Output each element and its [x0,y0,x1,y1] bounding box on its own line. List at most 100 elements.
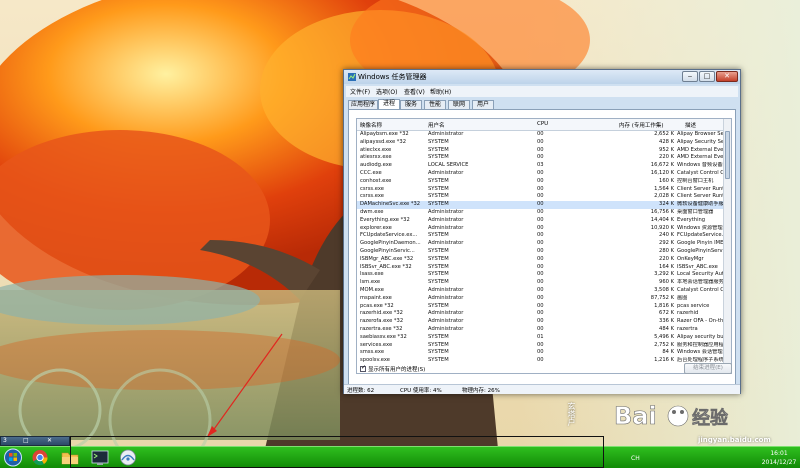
table-row[interactable]: spoolsv.exeSYSTEM001,216 K后台处理程序子系统应用 [357,357,723,365]
table-row[interactable]: ISBSvr_ABC.exe *32 SYSTEM 00 164 K ISBSvr_AB… [357,264,723,272]
column-image-name[interactable]: 映像名称 [360,121,382,129]
process-cpu-cell: 00 [537,224,544,231]
table-row[interactable]: pcas.exe *32 SYSTEM 00 1,816 Kpcas service [357,303,723,311]
table-row[interactable]: atiesrxx.exe SYSTEM 00 220 K AMD External Ev… [357,154,723,162]
table-row[interactable]: lsass.exe SYSTEM 00 3,292 K Local Security A… [357,271,723,279]
menu-view[interactable]: 查看(V) [404,87,425,96]
process-cpu-cell: 00 [537,185,544,192]
end-process-button[interactable]: 结束进程(E) [684,363,732,374]
minimized-window-bar[interactable]: 3 □ ✕ [0,436,70,446]
process-user-cell: SYSTEM [428,201,449,208]
process-memory-cell: 280 K [659,248,674,254]
table-row[interactable]: razerofa.exe *32 Administrator 00 336 K Raze… [357,318,723,326]
process-user-cell: Administrator [428,318,464,325]
process-name-cell: lsm.exe [360,279,381,286]
tab-services[interactable]: 服务 [400,100,422,109]
process-name-cell: ISBSvr_ABC.exe *32 [360,263,412,270]
table-row[interactable]: smss.exe SYSTEM 00 84 K Windows 会话管理器 [357,349,723,357]
menu-help[interactable]: 帮助(H) [430,87,451,96]
watermark-url: jingyan.baidu.com [698,436,771,444]
clock-date[interactable]: 2014/12/27 [760,459,798,466]
table-row[interactable]: atieclxx.exe SYSTEM 00 952 K AMD External Ev… [357,147,723,155]
table-row[interactable]: services.exe SYSTEM 00 2,752 K服务和控制器应用程序 [357,342,723,350]
scrollbar-thumb[interactable] [725,131,730,179]
mini-restore-icon[interactable]: □ [23,437,29,444]
process-memory-cell: 220 K [659,154,674,161]
close-button[interactable]: ✕ [716,71,738,82]
mini-close-icon[interactable]: ✕ [47,437,52,444]
process-name-cell: MOM.exe [360,287,384,293]
minimize-button[interactable]: ‒ [682,71,698,82]
process-memory-cell: 160 K [659,177,674,184]
start-button[interactable] [1,448,25,467]
process-user-cell: SYSTEM [428,138,449,145]
tab-performance[interactable]: 性能 [424,100,446,109]
start-orb-icon [4,448,22,467]
tab-processes[interactable]: 进程 [378,99,400,109]
taskbar-chrome[interactable] [28,448,52,467]
table-row[interactable]: CCC.exe Administrator 00 16,120 K Catalyst C… [357,170,723,178]
table-row[interactable]: dwm.exe Administrator 00 16,756 K 桌面窗口管理器 [357,209,723,217]
show-all-users-checkbox[interactable]: ✓ [360,364,366,372]
menu-options[interactable]: 选项(O) [376,87,397,96]
table-row[interactable]: FCUpdateService.ex... SYSTEM 00 240 K FCUpda… [357,232,723,240]
process-cpu-cell: 00 [537,326,544,332]
process-description-cell: Catalyst Control Cent [677,287,723,293]
process-memory-cell: 2,652 K [654,131,674,137]
svg-text:经验: 经验 [692,407,729,429]
column-user-name[interactable]: 用户名 [428,121,445,129]
process-description-cell: 画图 [677,294,688,301]
process-user-cell: SYSTEM [428,232,449,239]
tab-applications[interactable]: 应用程序 [348,100,378,109]
process-memory-cell: 2,752 K [654,341,674,348]
table-row[interactable]: ISBMgr_ABC.exe *32 SYSTEM 00 220 K OnKeyMgr [357,256,723,264]
desktop: Windows 任务管理器 ‒ □ ✕ 文件(F) 选项(O) 查看(V) 帮助… [0,0,800,468]
vertical-scrollbar[interactable] [723,119,731,373]
table-row[interactable]: razertra.exe *32 Administrator 00 484 Kraze… [357,326,723,334]
process-memory-cell: 3,508 K [654,287,674,293]
column-cpu[interactable]: CPU [537,121,548,127]
maximize-button[interactable]: □ [699,71,715,82]
table-row[interactable]: razerhid.exe *32 Administrator 00 672 Kraze… [357,310,723,318]
table-row[interactable]: csrss.exe SYSTEM 00 1,564 K Client Server Ru… [357,186,723,194]
menu-bar: 文件(F) 选项(O) 查看(V) 帮助(H) [346,86,738,97]
tab-users[interactable]: 用户 [472,100,494,109]
process-name-cell: razerofa.exe *32 [360,318,404,325]
table-row[interactable]: csrss.exe SYSTEM 00 2,028 K Client Server Ru… [357,193,723,201]
process-memory-cell: 5,496 K [654,333,674,340]
table-row[interactable]: audiodg.exe LOCAL SERVICE 03 16,672 K Window… [357,162,723,170]
process-user-cell: Administrator [428,326,464,332]
process-cpu-cell: 00 [537,131,544,137]
table-row[interactable]: conhost.exe SYSTEM 00 160 K 控制台窗口主机 [357,178,723,186]
column-description[interactable]: 描述 [685,121,696,129]
table-row[interactable]: GooglePinyinDaemon... Administrator 00 292 … [357,240,723,248]
tab-networking[interactable]: 联网 [448,100,470,109]
menu-file[interactable]: 文件(F) [350,87,370,96]
table-row[interactable]: alipayssd.exe *32 SYSTEM 00 428 K Alipay Sec… [357,139,723,147]
process-cpu-cell: 00 [537,263,544,270]
table-row[interactable]: explorer.exe Administrator 00 10,920 K Windo… [357,225,723,233]
process-name-cell: pcas.exe *32 [360,302,394,309]
process-description-cell: AMD External Events C [677,146,723,153]
clock-time[interactable]: 16:01 [760,450,798,457]
table-row[interactable]: Everything.exe *32 Administrator 00 14,404 … [357,217,723,225]
process-user-cell: SYSTEM [428,154,449,161]
process-memory-cell: 16,672 K [650,162,674,169]
process-description-cell: 微软设备健康助手服务 [677,201,723,208]
process-description-cell: Windows 资源管理器 [677,224,723,231]
process-description-cell: Local Security Author [677,271,723,278]
language-indicator[interactable]: CH [631,455,640,462]
table-row[interactable]: MOM.exe Administrator 00 3,508 K Catalyst Co… [357,287,723,295]
table-row[interactable]: mspaint.exe Administrator 00 87,752 K 画图 [357,295,723,303]
table-row[interactable]: GooglePinyinServic... SYSTEM 00 280 K Google… [357,248,723,256]
table-row[interactable]: lsm.exe SYSTEM 00 960 K 本地会话管理器服务 [357,279,723,287]
task-manager-window: Windows 任务管理器 ‒ □ ✕ 文件(F) 选项(O) 查看(V) 帮助… [343,69,741,394]
table-row[interactable]: DAMachineSvc.exe *32 SYSTEM 00 324 K 微软设备健康助… [357,201,723,209]
table-row[interactable]: saebiassv.exe *32 SYSTEM 01 5,496 K Alipay s… [357,334,723,342]
show-all-users-label: 显示所有用户的进程(S) [368,367,426,373]
process-user-cell: Administrator [428,209,464,215]
table-row[interactable]: Alipaybsm.exe *32 Administrator 00 2,652 KA… [357,131,723,139]
title-bar[interactable]: Windows 任务管理器 ‒ □ ✕ [344,70,740,84]
column-memory[interactable]: 内存 (专用工作集) [619,121,664,129]
process-description-cell: Razer OFA - On-the-F1 [677,318,723,325]
